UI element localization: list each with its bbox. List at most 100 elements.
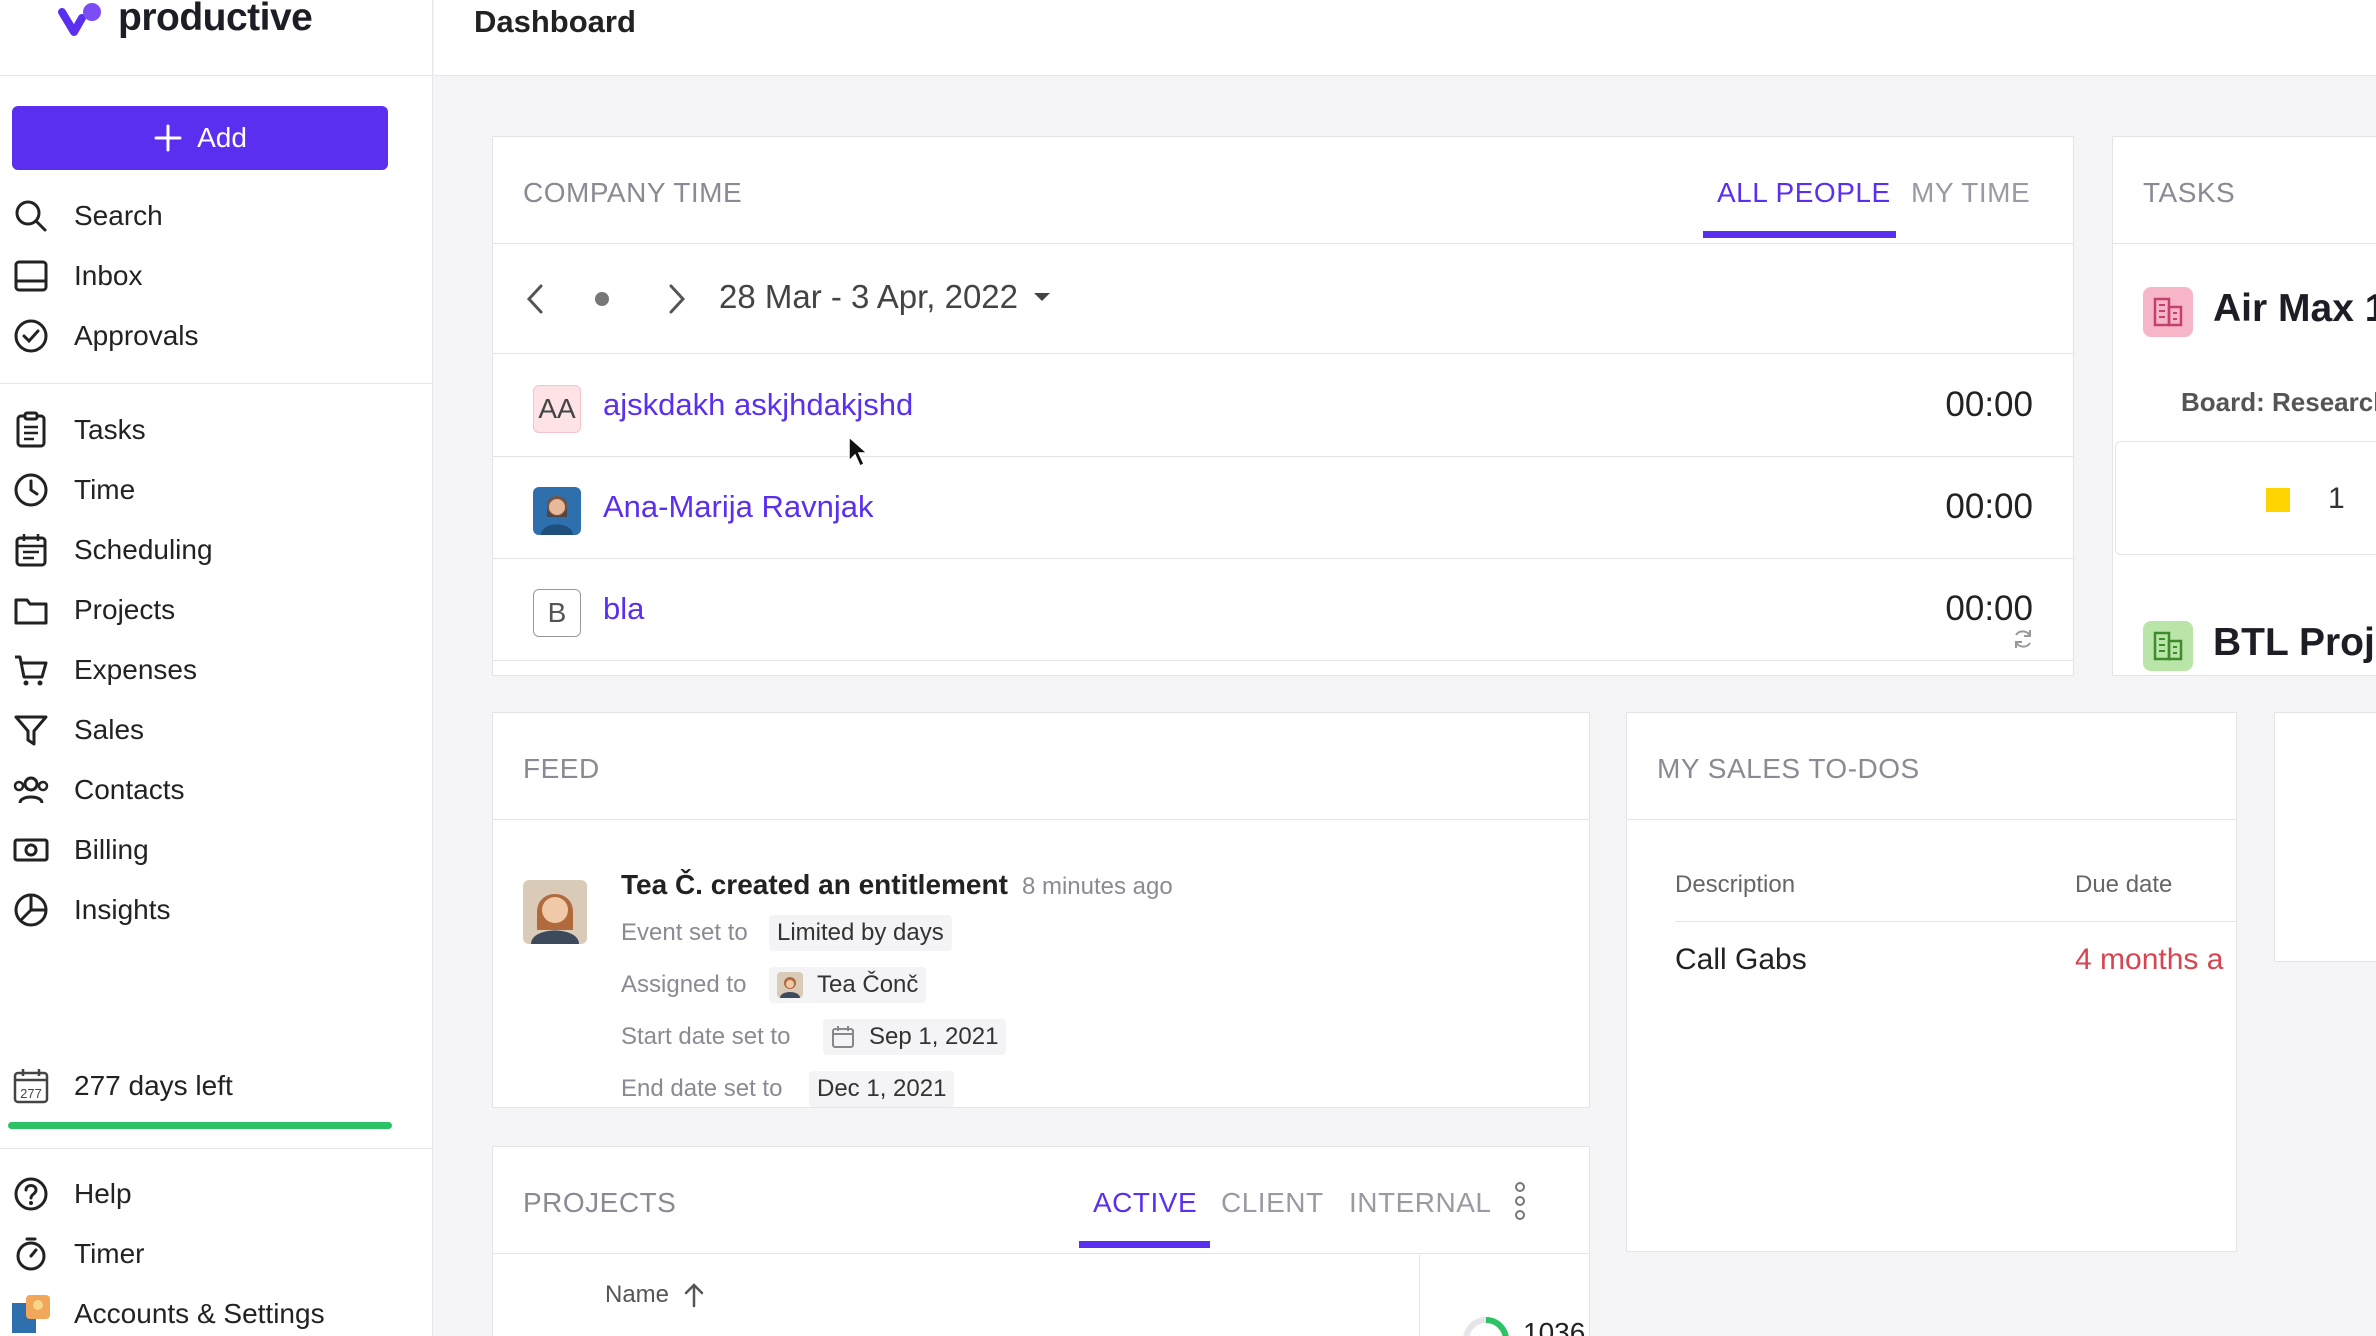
tasks-header: TASKS <box>2113 137 2376 244</box>
calendar-icon <box>15 534 47 567</box>
sidebar-item-label: Projects <box>74 594 176 625</box>
sidebar-item-label: Search <box>74 200 163 231</box>
feed-field-label: Assigned to <box>621 971 747 998</box>
sidebar-divider <box>0 1148 432 1149</box>
person-avatar: B <box>533 589 581 637</box>
column-header-name[interactable]: Name <box>605 1281 705 1309</box>
trial-days-left[interactable]: 277 277 days left <box>12 1061 233 1111</box>
tab-client[interactable]: CLIENT <box>1221 1187 1324 1219</box>
feed-field-label: End date set to <box>621 1075 783 1102</box>
sidebar-item-label: Timer <box>74 1238 145 1269</box>
projects-widget: PROJECTS ACTIVE CLIENT INTERNAL Name 103… <box>492 1146 1590 1336</box>
chevron-left-icon[interactable] <box>521 282 551 316</box>
person-photo-icon <box>541 496 573 535</box>
help-icon <box>14 1177 48 1211</box>
task-item-title[interactable]: Air Max 1 <box>2213 287 2376 331</box>
sidebar-item-expenses[interactable]: Expenses <box>12 645 197 695</box>
sidebar-item-time[interactable]: Time <box>12 465 135 515</box>
person-avatar: AA <box>533 385 581 433</box>
feed-actor[interactable]: Tea Č. created an entitlement <box>621 869 1008 901</box>
sidebar-item-help[interactable]: Help <box>12 1169 132 1219</box>
sidebar-item-search[interactable]: Search <box>12 191 163 241</box>
page-title: Dashboard <box>474 4 636 39</box>
company-time-widget: COMPANY TIME ALL PEOPLE MY TIME 28 Mar -… <box>492 136 2074 676</box>
todo-due-date: 4 months a <box>2075 943 2224 976</box>
column-header-description[interactable]: Description <box>1675 871 1795 899</box>
add-button[interactable]: Add <box>12 106 388 170</box>
task-item-title[interactable]: BTL Proj <box>2213 621 2375 665</box>
person-time: 00:00 <box>1945 487 2033 526</box>
person-name[interactable]: bla <box>603 591 644 627</box>
feed-time-ago: 8 minutes ago <box>1021 873 1173 900</box>
sidebar-item-inbox[interactable]: Inbox <box>12 251 143 301</box>
feed-field-value: Sep 1, 2021 <box>823 1019 1007 1055</box>
person-avatar <box>533 487 581 535</box>
tab-my-time[interactable]: MY TIME <box>1911 177 2030 209</box>
sidebar-item-label: Insights <box>74 894 171 925</box>
feed-title: FEED <box>523 753 600 784</box>
tab-internal[interactable]: INTERNAL <box>1349 1187 1491 1219</box>
task-count-box[interactable]: 1 <box>2115 441 2376 555</box>
sidebar: productive Add Search Inbox Approvals Ta… <box>0 0 433 1336</box>
sidebar-item-scheduling[interactable]: Scheduling <box>12 525 213 575</box>
person-name[interactable]: ajskdakh askjhdakjshd <box>603 387 913 423</box>
sidebar-item-projects[interactable]: Projects <box>12 585 175 635</box>
user-photo-icon <box>531 894 579 944</box>
sidebar-item-label: Approvals <box>74 320 199 351</box>
mouse-cursor-icon <box>848 435 869 468</box>
sidebar-item-insights[interactable]: Insights <box>12 885 171 935</box>
sidebar-item-timer[interactable]: Timer <box>12 1229 145 1279</box>
sidebar-divider <box>0 383 432 384</box>
contacts-icon <box>13 776 49 804</box>
person-row[interactable]: Ana-Marija Ravnjak 00:00 <box>493 457 2073 559</box>
feed-field-value: Dec 1, 2021 <box>809 1071 955 1107</box>
tab-all-people[interactable]: ALL PEOPLE <box>1717 177 1891 209</box>
sales-todos-widget: MY SALES TO-DOS Description Due date Cal… <box>1626 712 2237 1252</box>
sidebar-item-accounts-settings[interactable]: Accounts & Settings <box>12 1289 325 1336</box>
todo-description[interactable]: Call Gabs <box>1675 943 1807 977</box>
sidebar-item-tasks[interactable]: Tasks <box>12 405 146 455</box>
column-header-due-date[interactable]: Due date <box>2075 871 2172 899</box>
person-name[interactable]: Ana-Marija Ravnjak <box>603 489 874 525</box>
assignee-name: Tea Čonč <box>817 971 919 998</box>
task-count: 1 <box>2328 482 2345 515</box>
partial-widget <box>2274 712 2376 962</box>
productive-logo[interactable]: productive <box>58 0 313 40</box>
sidebar-item-label: Tasks <box>74 414 146 445</box>
productive-logo-icon <box>58 3 101 36</box>
feed-widget: FEED Tea Č. created an entitlement 8 min… <box>492 712 1590 1108</box>
sidebar-divider <box>0 75 432 76</box>
person-row[interactable]: B bla 00:00 <box>493 559 2073 661</box>
company-time-title: COMPANY TIME <box>523 177 743 208</box>
tab-active[interactable]: ACTIVE <box>1093 1187 1197 1219</box>
sidebar-item-label: Inbox <box>74 260 143 291</box>
feed-field-value: Tea Čonč <box>769 967 927 1003</box>
sidebar-item-approvals[interactable]: Approvals <box>12 311 199 361</box>
sidebar-item-sales[interactable]: Sales <box>12 705 144 755</box>
progress-ring-icon <box>1463 1317 1509 1336</box>
trial-icon-text: 277 <box>20 1086 42 1101</box>
inbox-icon <box>14 260 48 292</box>
column-divider <box>1419 1255 1420 1336</box>
sidebar-item-contacts[interactable]: Contacts <box>12 765 185 815</box>
calendar-small-icon <box>832 1026 854 1048</box>
add-button-label: Add <box>197 122 247 153</box>
today-dot-icon[interactable] <box>593 290 611 308</box>
building-icon <box>2143 621 2193 671</box>
person-time: 00:00 <box>1945 589 2033 628</box>
person-row[interactable]: AA ajskdakh askjhdakjshd 00:00 <box>493 355 2073 457</box>
projects-header: PROJECTS ACTIVE CLIENT INTERNAL <box>493 1147 1589 1254</box>
sidebar-item-billing[interactable]: Billing <box>12 825 149 875</box>
refresh-icon[interactable] <box>2011 627 2035 651</box>
funnel-icon <box>14 715 48 746</box>
building-icon <box>2143 287 2193 337</box>
tasks-title: TASKS <box>2143 177 2236 208</box>
sidebar-item-label: Help <box>74 1178 132 1209</box>
more-options-icon[interactable] <box>1513 1181 1527 1221</box>
trial-calendar-icon: 277 <box>13 1069 49 1104</box>
tasks-widget: TASKS Air Max 1 Board: Research 1 BTL Pr… <box>2112 136 2376 676</box>
chevron-right-icon[interactable] <box>661 282 691 316</box>
date-range-picker[interactable]: 28 Mar - 3 Apr, 2022 <box>719 278 1052 316</box>
approvals-icon <box>14 319 48 353</box>
insights-icon <box>14 893 48 927</box>
